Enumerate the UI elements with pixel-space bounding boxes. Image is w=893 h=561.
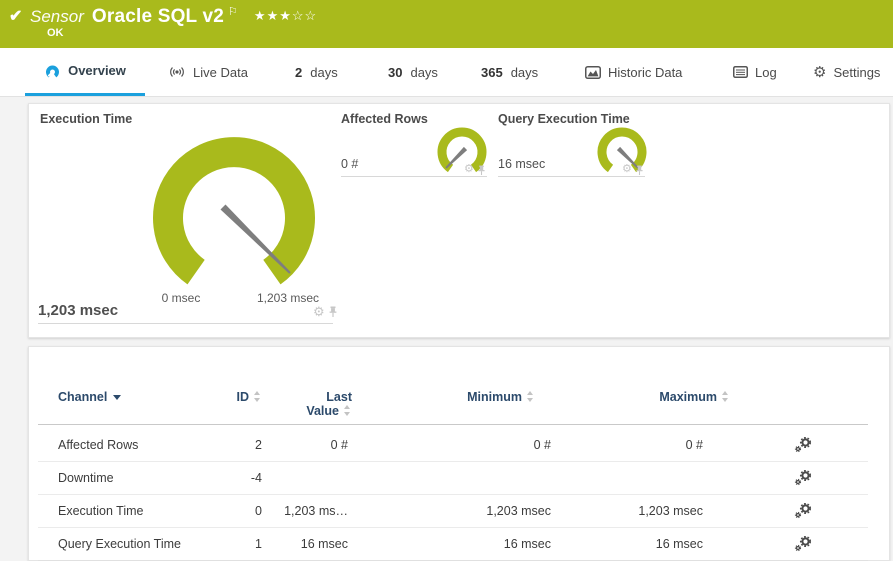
table-row-affected-rows[interactable]: Affected Rows 2 0 # 0 # 0 # [38, 429, 868, 462]
channel-name[interactable]: Query Execution Time [58, 528, 181, 561]
tab-2-days-label: days [310, 64, 338, 80]
tab-log[interactable]: Log [733, 48, 777, 96]
sensor-title-row: Sensor Oracle SQL v2 ⚐ ★★★☆☆ [30, 6, 317, 28]
tab-365-days[interactable]: 365 days [481, 48, 538, 96]
live-broadcast-icon [168, 66, 186, 78]
gauge-scale-min-label: 0 msec [161, 291, 201, 305]
status-ok-check-icon: ✔ [9, 8, 23, 25]
affected-rows-current-value: 0 # [341, 157, 359, 171]
channel-minimum: 1,203 msec [486, 504, 551, 518]
tab-settings[interactable]: ⚙ Settings [813, 48, 880, 96]
channel-name[interactable]: Execution Time [58, 495, 143, 528]
tab-bar: Overview Live Data 2 days 30 days 365 da… [0, 48, 893, 97]
channel-last-value: 16 msec [300, 537, 348, 551]
settings-gear-icon: ⚙ [813, 64, 827, 81]
tab-2-days-number: 2 [295, 64, 303, 80]
priority-stars[interactable]: ★★★☆☆ [254, 8, 317, 24]
channel-name[interactable]: Affected Rows [58, 429, 138, 462]
sort-arrows-icon [343, 405, 352, 417]
gauge-affected-rows-title: Affected Rows [341, 112, 428, 126]
column-header-value-label: Value [306, 404, 339, 418]
tab-2-days[interactable]: 2 days [295, 48, 338, 96]
execution-time-gauge [153, 137, 315, 285]
sort-arrows-icon [526, 391, 535, 403]
query-execution-time-current-value: 16 msec [498, 157, 546, 171]
table-row-query-execution-time[interactable]: Query Execution Time 1 16 msec 16 msec 1… [38, 528, 868, 561]
column-header-maximum[interactable]: Maximum [630, 390, 730, 404]
table-header-divider [38, 424, 868, 425]
tab-log-label: Log [755, 64, 777, 80]
column-header-channel-label: Channel [58, 390, 108, 404]
column-header-last-label: Last [326, 390, 352, 404]
channel-minimum: 0 # [533, 438, 551, 452]
pin-icon[interactable] [328, 306, 338, 318]
stars-filled[interactable]: ★★★ [254, 8, 292, 23]
gauge-settings-gear-icon[interactable]: ⚙ [464, 164, 474, 175]
channel-last-value: 1,203 ms… [284, 504, 348, 518]
channel-maximum: 1,203 msec [638, 504, 703, 518]
channel-settings-gears-icon[interactable] [794, 503, 812, 519]
tab-30-days-number: 30 [388, 64, 403, 80]
tab-overview[interactable]: Overview [25, 48, 145, 96]
gauge-settings-gear-icon[interactable]: ⚙ [622, 164, 632, 175]
tab-live-data-label: Live Data [193, 64, 248, 80]
tab-30-days-label: days [410, 64, 438, 80]
column-header-maximum-label: Maximum [659, 390, 717, 404]
channel-id: -4 [250, 471, 262, 485]
sort-caret-down-icon [113, 395, 122, 401]
channel-last-value: 0 # [330, 438, 348, 452]
log-list-icon [733, 66, 748, 78]
flag-icon[interactable]: ⚐ [228, 5, 238, 18]
pin-icon[interactable] [635, 165, 644, 176]
gauge-block-divider [498, 176, 645, 177]
gauge-scale-max-label: 1,203 msec [256, 291, 320, 305]
tab-365-days-number: 365 [481, 64, 503, 80]
column-header-last-value[interactable]: Last Value [280, 390, 352, 418]
channel-settings-gears-icon[interactable] [794, 470, 812, 486]
channel-name[interactable]: Downtime [58, 462, 114, 495]
gauge-block-divider [38, 323, 333, 324]
tab-30-days[interactable]: 30 days [388, 48, 438, 96]
sensor-overview-page: ✔ Sensor Oracle SQL v2 ⚐ ★★★☆☆ OK Overvi… [0, 0, 893, 561]
channel-minimum: 16 msec [503, 537, 551, 551]
table-row-execution-time[interactable]: Execution Time 0 1,203 ms… 1,203 msec 1,… [38, 495, 868, 528]
gauge-block-divider [341, 176, 487, 177]
tab-historic-data-label: Historic Data [608, 64, 683, 80]
channel-settings-gears-icon[interactable] [794, 437, 812, 453]
column-header-minimum[interactable]: Minimum [440, 390, 535, 404]
object-kind-label: Sensor [30, 7, 84, 26]
channel-maximum: 16 msec [655, 537, 703, 551]
column-header-minimum-label: Minimum [467, 390, 522, 404]
tab-365-days-label: days [510, 64, 539, 80]
gauge-icon [44, 63, 61, 78]
tab-settings-label: Settings [833, 64, 881, 80]
tab-overview-label: Overview [68, 63, 126, 78]
historic-chart-icon [585, 65, 601, 79]
pin-icon[interactable] [477, 165, 486, 176]
column-header-channel[interactable]: Channel [58, 390, 122, 404]
tab-historic-data[interactable]: Historic Data [585, 48, 682, 96]
sort-arrows-icon [253, 391, 262, 403]
execution-time-current-value: 1,203 msec [38, 302, 119, 319]
page-title: Oracle SQL v2 [91, 6, 225, 27]
sensor-titlebar: ✔ Sensor Oracle SQL v2 ⚐ ★★★☆☆ OK [0, 0, 893, 48]
stars-empty[interactable]: ☆☆ [292, 8, 317, 23]
table-row-downtime[interactable]: Downtime -4 [38, 462, 868, 495]
gauge-settings-gear-icon[interactable]: ⚙ [313, 305, 325, 318]
column-header-id-label: ID [236, 390, 250, 404]
status-badge: OK [47, 27, 64, 39]
channel-maximum: 0 # [685, 438, 703, 452]
tab-live-data[interactable]: Live Data [168, 48, 248, 96]
gauge-execution-time-title: Execution Time [40, 112, 133, 126]
sort-arrows-icon [721, 391, 730, 403]
column-header-id[interactable]: ID [170, 390, 262, 404]
channel-settings-gears-icon[interactable] [794, 536, 812, 552]
